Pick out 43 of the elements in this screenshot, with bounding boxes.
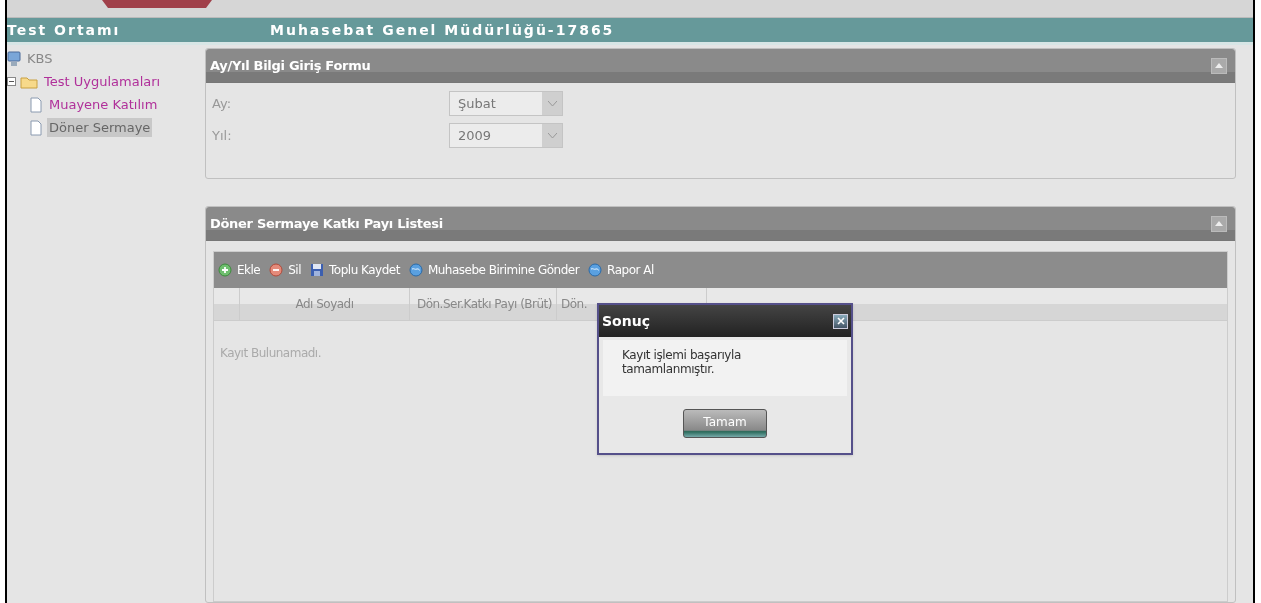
organization-title: Muhasebat Genel Müdürlüğü-17865 xyxy=(270,20,615,40)
toolbar-button[interactable]: Muhasebe Birimine Gönder xyxy=(408,261,580,279)
document-icon xyxy=(29,96,43,113)
toolbar-button[interactable]: Toplu Kaydet xyxy=(310,261,400,279)
dropdown[interactable]: Şubat xyxy=(449,91,563,116)
collapse-button[interactable] xyxy=(1211,57,1227,74)
computer-icon xyxy=(7,50,21,67)
remove-icon xyxy=(269,263,284,277)
field-label: Yıl: xyxy=(212,126,233,145)
empty-message: Kayıt Bulunamadı. xyxy=(220,346,321,360)
caret-up-icon xyxy=(1215,63,1223,68)
tree-item[interactable]: KBS xyxy=(25,48,55,69)
add-icon xyxy=(218,263,232,277)
tree-item[interactable]: Muayene Katılım xyxy=(47,94,160,115)
tree-item[interactable]: Test Uygulamaları xyxy=(42,71,163,92)
field-label: Ay: xyxy=(212,94,233,113)
document-icon xyxy=(29,119,43,136)
toolbar-button[interactable]: Rapor Al xyxy=(588,261,654,279)
column-header[interactable]: Adı Soyadı xyxy=(240,288,410,320)
collapse-button[interactable] xyxy=(1211,215,1227,232)
dialog-title: Sonuç xyxy=(602,311,650,331)
dialog-message: Kayıt işlemi başarıyla tamamlanmıştır. xyxy=(622,348,742,376)
dropdown[interactable]: 2009 xyxy=(449,123,563,148)
panel-title: Döner Sermaye Katkı Payı Listesi xyxy=(210,214,443,233)
dropdown-value: 2009 xyxy=(457,126,493,145)
environment-title: Test Ortamı xyxy=(7,20,122,40)
close-icon xyxy=(836,317,845,325)
tree-item[interactable]: Döner Sermaye xyxy=(47,117,153,138)
folder-icon xyxy=(20,74,38,89)
ok-button[interactable]: Tamam xyxy=(683,409,767,438)
globe-icon xyxy=(588,263,603,277)
close-button[interactable] xyxy=(833,313,848,329)
dropdown-value: Şubat xyxy=(457,94,497,113)
panel-title: Ay/Yıl Bilgi Giriş Formu xyxy=(210,56,371,75)
logo-icon xyxy=(102,0,212,8)
column-header[interactable]: Dön.Ser.Katkı Payı (Brüt) xyxy=(410,288,557,320)
chevron-down-icon xyxy=(547,101,557,106)
caret-up-icon xyxy=(1215,221,1223,226)
toolbar-button[interactable]: Ekle xyxy=(218,261,261,279)
toolbar-button[interactable]: Sil xyxy=(269,261,302,279)
collapse-toggle-icon[interactable] xyxy=(7,77,16,86)
chevron-down-icon xyxy=(547,133,557,138)
globe-icon xyxy=(408,263,423,277)
